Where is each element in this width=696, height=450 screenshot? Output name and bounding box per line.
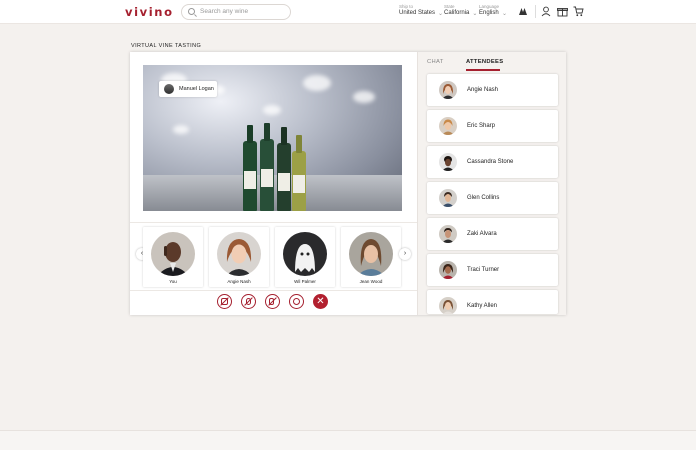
end-call-icon: ✕ bbox=[316, 296, 325, 307]
participant-photo bbox=[151, 232, 195, 276]
language-value: English bbox=[479, 10, 499, 16]
attendee-name: Glen Collins bbox=[467, 195, 500, 201]
wine-glasses-icon[interactable] bbox=[518, 6, 528, 16]
emoji-button[interactable] bbox=[289, 294, 304, 309]
page-footer bbox=[0, 430, 696, 450]
chevron-down-icon: ⌄ bbox=[472, 11, 478, 17]
state-label: State bbox=[444, 4, 455, 9]
participant-tile[interactable]: Wil Palmer bbox=[275, 227, 335, 287]
wine-bottle bbox=[243, 125, 257, 211]
header-divider bbox=[535, 5, 536, 18]
attendee-name: Eric Sharp bbox=[467, 123, 496, 129]
attendee-name: Zaki Alvara bbox=[467, 231, 497, 237]
video-panel: Manuel Logan ‹ You Angie Nash Wil Palmer… bbox=[130, 52, 417, 315]
participant-name: Jean Wood bbox=[359, 279, 383, 284]
tasting-session-card: Manuel Logan ‹ You Angie Nash Wil Palmer… bbox=[130, 52, 566, 315]
emoji-icon bbox=[293, 298, 300, 305]
search-icon bbox=[188, 8, 195, 15]
participant-name: Wil Palmer bbox=[294, 279, 316, 284]
attendee-name: Angie Nash bbox=[467, 87, 499, 93]
language-label: Language bbox=[479, 4, 500, 9]
mic-off-button[interactable] bbox=[241, 294, 256, 309]
host-avatar bbox=[164, 84, 174, 94]
bokeh-light bbox=[263, 105, 281, 115]
attendee-name: Cassandra Stone bbox=[467, 159, 514, 165]
bokeh-light bbox=[353, 91, 375, 103]
divider bbox=[130, 222, 417, 223]
divider bbox=[130, 290, 417, 291]
language-selector[interactable]: Language English ⌄ bbox=[479, 4, 507, 17]
attendee-row[interactable]: Kathy Allen bbox=[427, 290, 558, 314]
page-title: VIRTUAL VINE TASTING bbox=[131, 43, 202, 49]
attendee-name: Kathy Allen bbox=[467, 303, 498, 309]
host-name-tag: Manuel Logan bbox=[159, 81, 217, 97]
search-bar[interactable]: Search any wine bbox=[181, 4, 291, 20]
speaker-off-button[interactable] bbox=[265, 294, 280, 309]
participant-photo bbox=[349, 232, 393, 276]
active-tab-indicator bbox=[466, 69, 500, 71]
attendee-avatar bbox=[439, 225, 457, 243]
state-value: California bbox=[444, 10, 470, 16]
attendee-avatar bbox=[439, 297, 457, 314]
participant-tile[interactable]: You bbox=[143, 227, 203, 287]
participant-name: You bbox=[169, 279, 177, 284]
attendee-row[interactable]: Glen Collins bbox=[427, 182, 558, 214]
vivino-logo[interactable]: vivino bbox=[125, 5, 174, 19]
search-placeholder: Search any wine bbox=[200, 8, 249, 15]
participant-tile[interactable]: Jean Wood bbox=[341, 227, 401, 287]
attendee-row[interactable]: Eric Sharp bbox=[427, 110, 558, 142]
chevron-down-icon: ⌄ bbox=[502, 11, 508, 17]
wine-bottle bbox=[292, 135, 306, 211]
tab-chat[interactable]: CHAT bbox=[427, 59, 444, 65]
user-icon[interactable] bbox=[541, 6, 551, 17]
gift-icon[interactable] bbox=[557, 6, 568, 17]
top-header: vivino Search any wine Ship to United St… bbox=[0, 0, 696, 24]
wine-bottle bbox=[260, 123, 274, 211]
attendee-avatar bbox=[439, 189, 457, 207]
attendee-row[interactable]: Zaki Alvara bbox=[427, 218, 558, 250]
attendee-avatar bbox=[439, 117, 457, 135]
attendee-avatar bbox=[439, 261, 457, 279]
participant-tile[interactable]: Angie Nash bbox=[209, 227, 269, 287]
participant-photo bbox=[283, 232, 327, 276]
wine-bottle bbox=[277, 127, 291, 211]
side-panel: CHAT ATTENDEES Angie Nash Eric Sharp Cas… bbox=[417, 52, 566, 315]
attendee-row[interactable]: Traci Turner bbox=[427, 254, 558, 286]
state-selector[interactable]: State California ⌄ bbox=[444, 4, 477, 17]
carousel-next-button[interactable]: › bbox=[399, 248, 411, 260]
attendee-row[interactable]: Cassandra Stone bbox=[427, 146, 558, 178]
participant-name: Angie Nash bbox=[227, 279, 251, 284]
attendee-row[interactable]: Angie Nash bbox=[427, 74, 558, 106]
tab-attendees[interactable]: ATTENDEES bbox=[466, 59, 503, 65]
attendee-avatar bbox=[439, 153, 457, 171]
participant-photo bbox=[217, 232, 261, 276]
ship-to-label: Ship to bbox=[399, 4, 414, 9]
attendee-avatar bbox=[439, 81, 457, 99]
ship-to-selector[interactable]: Ship to United States ⌄ bbox=[399, 4, 443, 17]
main-video-feed[interactable]: Manuel Logan bbox=[143, 65, 402, 211]
attendee-name: Traci Turner bbox=[467, 267, 500, 273]
chevron-down-icon: ⌄ bbox=[438, 11, 444, 17]
host-name: Manuel Logan bbox=[179, 86, 214, 92]
video-off-button[interactable] bbox=[217, 294, 232, 309]
bokeh-light bbox=[303, 75, 331, 91]
ship-to-value: United States bbox=[399, 10, 436, 16]
end-call-button[interactable]: ✕ bbox=[313, 294, 328, 309]
cart-icon[interactable] bbox=[573, 6, 584, 17]
bokeh-light bbox=[173, 125, 189, 134]
